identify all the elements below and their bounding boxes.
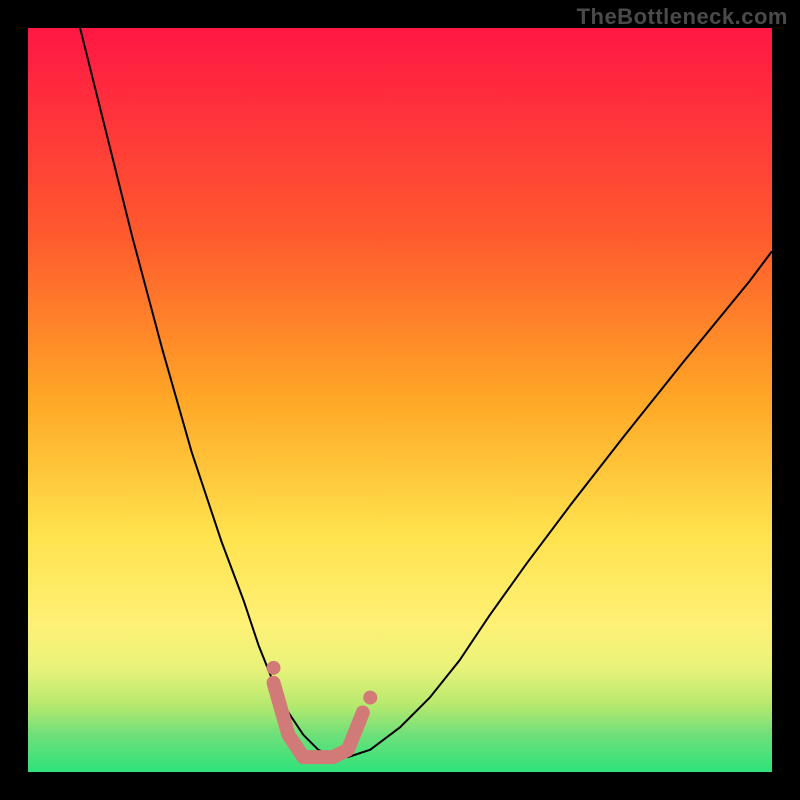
watermark-text: TheBottleneck.com	[577, 4, 788, 30]
plot-area	[28, 28, 772, 772]
chart-frame: TheBottleneck.com	[0, 0, 800, 800]
highlight-endpoint	[363, 691, 377, 705]
gradient-background	[28, 28, 772, 772]
highlight-endpoint	[267, 661, 281, 675]
plot-svg	[28, 28, 772, 772]
